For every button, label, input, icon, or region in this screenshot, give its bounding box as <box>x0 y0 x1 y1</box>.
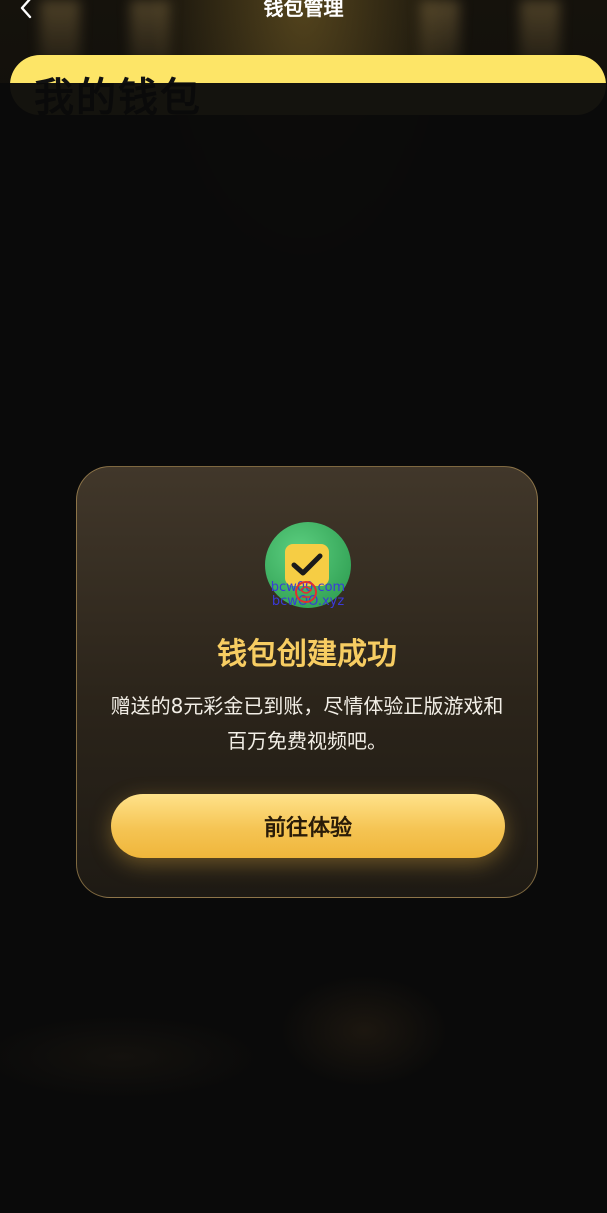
watermark-text: bcw00.com bcwOO.xyz <box>265 581 351 609</box>
dialog-message: 赠送的8元彩金已到账，尽情体验正版游戏和百万免费视频吧。 <box>110 694 504 753</box>
watermark-stamp-icon <box>295 581 317 603</box>
page-title: 钱包管理 <box>263 0 344 20</box>
wallet-management-screen: 钱包管理 我的钱包 bcw00.com bcwOO.xyz 钱包创建成功 赠送的… <box>0 0 607 1213</box>
dialog-title: 钱包创建成功 <box>217 637 397 672</box>
go-experience-button[interactable]: 前往体验 <box>111 794 505 858</box>
top-nav-bar: 钱包管理 <box>0 0 607 24</box>
overlay-glow-decoration <box>0 953 607 1213</box>
success-dialog: bcw00.com bcwOO.xyz 钱包创建成功 赠送的8元彩金已到账，尽情… <box>76 466 538 898</box>
